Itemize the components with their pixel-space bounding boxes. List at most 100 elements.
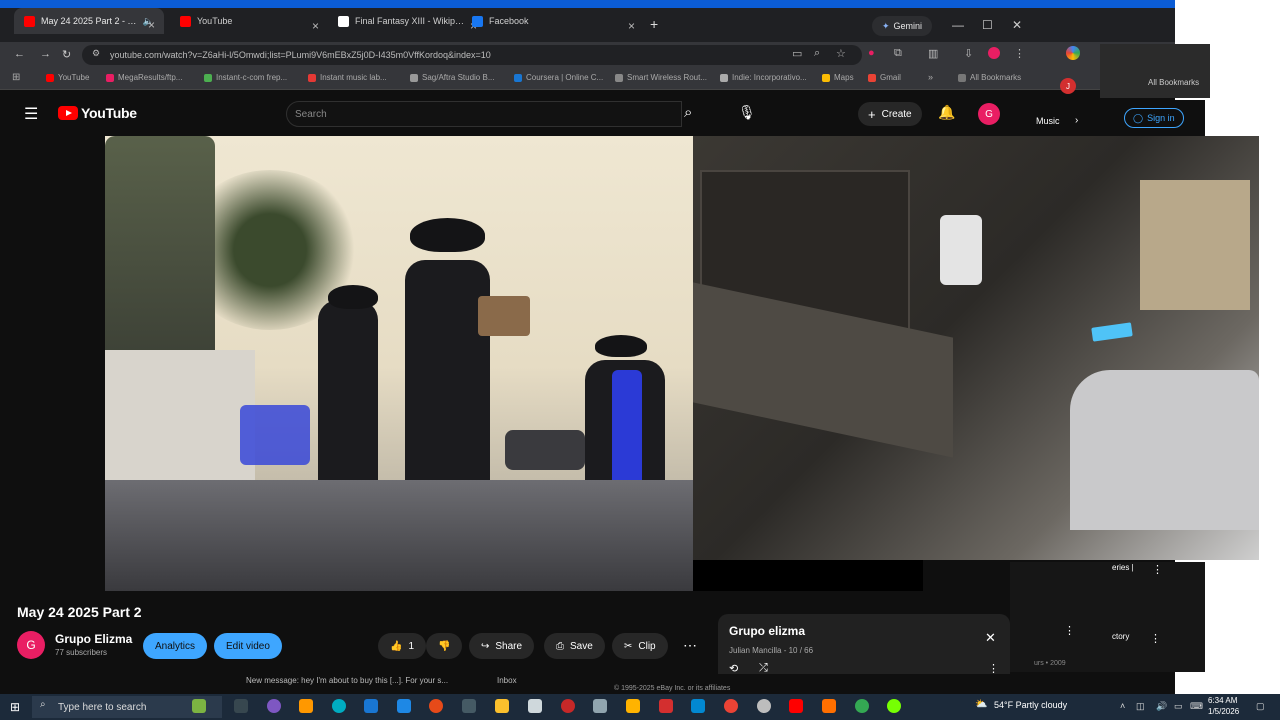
app-icon[interactable]	[561, 699, 575, 713]
youtube-app-icon[interactable]	[789, 699, 803, 713]
channel-avatar[interactable]: G	[17, 631, 45, 659]
analytics-button[interactable]: Analytics	[143, 633, 208, 659]
chrome-icon[interactable]	[855, 699, 869, 713]
bookmark-item[interactable]: Smart Wireless Rout...	[615, 73, 707, 82]
weather-text[interactable]: 54°F Partly cloudy	[994, 700, 1067, 710]
tab-current-video[interactable]: May 24 2025 Part 2 - YouTu 🔈	[14, 8, 164, 34]
download-icon[interactable]: ⇩	[964, 47, 973, 60]
keyboard-icon[interactable]: ⌨	[1190, 701, 1203, 712]
zoom-icon[interactable]: ⌕	[814, 47, 820, 60]
apps-grid-icon[interactable]: ⊞	[12, 72, 20, 83]
all-bookmarks[interactable]: All Bookmarks	[958, 73, 1021, 82]
loop-icon[interactable]: ⟲	[729, 662, 738, 675]
clock-time[interactable]: 6:34 AM	[1208, 696, 1237, 705]
app-icon[interactable]	[267, 699, 281, 713]
tray-chevron-icon[interactable]: ˄	[1120, 701, 1125, 711]
kebab-menu-icon[interactable]: ⋮	[988, 662, 999, 675]
share-button[interactable]: ↪ Share	[469, 633, 535, 659]
tab-wikipedia[interactable]: Final Fantasy XIII - Wikipedia	[328, 8, 478, 34]
search-input[interactable]: Search	[286, 101, 682, 127]
app-icon[interactable]	[691, 699, 705, 713]
dislike-button[interactable]: 👎	[426, 633, 463, 659]
reload-icon[interactable]: ↻	[62, 48, 71, 61]
recommendation-title[interactable]: ctory	[1112, 632, 1129, 641]
network-icon[interactable]: ◫	[1136, 701, 1145, 712]
account-avatar[interactable]: G	[978, 103, 1000, 125]
tab-close-icon[interactable]: ×	[628, 19, 635, 33]
bookmark-item[interactable]: Instant music lab...	[308, 73, 387, 82]
close-window-icon[interactable]: ✕	[1012, 18, 1022, 32]
menu-hamburger-icon[interactable]: ☰	[24, 104, 38, 124]
clip-button[interactable]: ✂ Clip	[612, 633, 668, 659]
tab-close-icon[interactable]: ×	[312, 19, 319, 33]
chrome-icon[interactable]	[724, 699, 738, 713]
notification-center-icon[interactable]: ▢	[1256, 701, 1265, 712]
microphone-icon[interactable]: 🎙	[738, 104, 756, 121]
bookmark-item[interactable]: YouTube	[46, 73, 89, 82]
sign-in-button[interactable]: ◯ Sign in	[1124, 108, 1184, 128]
sidepanel-icon[interactable]: ▥	[928, 47, 938, 60]
like-button[interactable]: 👍 1	[378, 633, 427, 659]
app-icon[interactable]	[757, 699, 771, 713]
app-icon[interactable]	[364, 699, 378, 713]
vlc-icon[interactable]	[822, 699, 836, 713]
notifications-bell-icon[interactable]: 🔔	[938, 104, 955, 121]
chip-music[interactable]: Music	[1036, 116, 1060, 126]
app-icon[interactable]	[626, 699, 640, 713]
site-info-icon[interactable]: ⚙	[92, 48, 100, 59]
bookmark-star-icon[interactable]: ☆	[836, 47, 846, 60]
app-icon[interactable]	[659, 699, 673, 713]
task-view-icon[interactable]	[234, 699, 248, 713]
edge-icon[interactable]	[332, 699, 346, 713]
app-icon[interactable]	[397, 699, 411, 713]
shuffle-icon[interactable]: ⤮	[759, 662, 768, 675]
battery-icon[interactable]: ▭	[1174, 701, 1183, 712]
forward-icon[interactable]: →	[40, 48, 51, 60]
file-explorer-icon[interactable]	[495, 699, 509, 713]
menu-kebab-icon[interactable]: ⋮	[1014, 47, 1025, 60]
kebab-menu-icon[interactable]: ⋮	[1150, 632, 1161, 645]
back-icon[interactable]: ←	[14, 48, 25, 60]
right-window-bookmarks[interactable]: All Bookmarks	[1148, 78, 1199, 87]
bookmark-item[interactable]: Coursera | Online C...	[514, 73, 603, 82]
volume-icon[interactable]: 🔊	[1156, 701, 1167, 712]
tab-facebook[interactable]: Facebook	[462, 8, 642, 34]
save-button[interactable]: ⎙ Save	[544, 633, 605, 659]
gemini-button[interactable]: ✦ Gemini	[872, 16, 933, 36]
close-icon[interactable]: ✕	[985, 630, 996, 646]
profile-j-avatar[interactable]: J	[1060, 78, 1076, 94]
chrome-profile-icon[interactable]	[1066, 46, 1080, 60]
profile-avatar[interactable]	[988, 47, 1000, 59]
cast-icon[interactable]: ▭	[792, 47, 802, 60]
kebab-menu-icon[interactable]: ⋮	[1064, 624, 1075, 637]
extensions-puzzle-icon[interactable]: ⧉	[894, 47, 902, 60]
bookmark-item[interactable]: Instant-c-com frep...	[204, 73, 287, 82]
search-icon[interactable]: ⌕	[684, 104, 692, 121]
recommendation-title[interactable]: eries |	[1112, 563, 1134, 572]
bird-mascot-icon[interactable]	[192, 699, 206, 713]
minimize-icon[interactable]: —	[952, 18, 964, 32]
more-bookmarks-icon[interactable]: »	[928, 72, 933, 82]
playlist-title[interactable]: Grupo elizma	[729, 624, 805, 638]
edit-video-button[interactable]: Edit video	[214, 633, 282, 659]
firefox-icon[interactable]	[429, 699, 443, 713]
calculator-icon[interactable]	[593, 699, 607, 713]
windows-start-icon[interactable]: ⊞	[10, 700, 20, 714]
bookmark-item[interactable]: Indie: Incorporativo...	[720, 73, 807, 82]
new-tab-button[interactable]: +	[650, 16, 658, 32]
bookmark-item[interactable]: Sag/Aftra Studio B...	[410, 73, 494, 82]
address-bar[interactable]: youtube.com/watch?v=Z6aHi-l/5Omwdi;list=…	[82, 45, 862, 65]
extension-icon[interactable]: ●	[868, 47, 875, 59]
app-icon[interactable]	[462, 699, 476, 713]
app-icon[interactable]	[299, 699, 313, 713]
bookmark-item[interactable]: Maps	[822, 73, 854, 82]
more-actions-icon[interactable]: ⋯	[683, 637, 697, 654]
app-icon[interactable]	[887, 699, 901, 713]
bookmark-item[interactable]: MegaResults/ftp...	[106, 73, 182, 82]
create-button[interactable]: + Create	[858, 102, 922, 126]
youtube-logo[interactable]: YouTube	[58, 105, 137, 121]
channel-name[interactable]: Grupo Elizma	[55, 632, 132, 646]
maximize-icon[interactable]: ☐	[982, 18, 993, 32]
tab-youtube[interactable]: YouTube	[170, 8, 325, 34]
kebab-menu-icon[interactable]: ⋮	[1152, 563, 1163, 576]
